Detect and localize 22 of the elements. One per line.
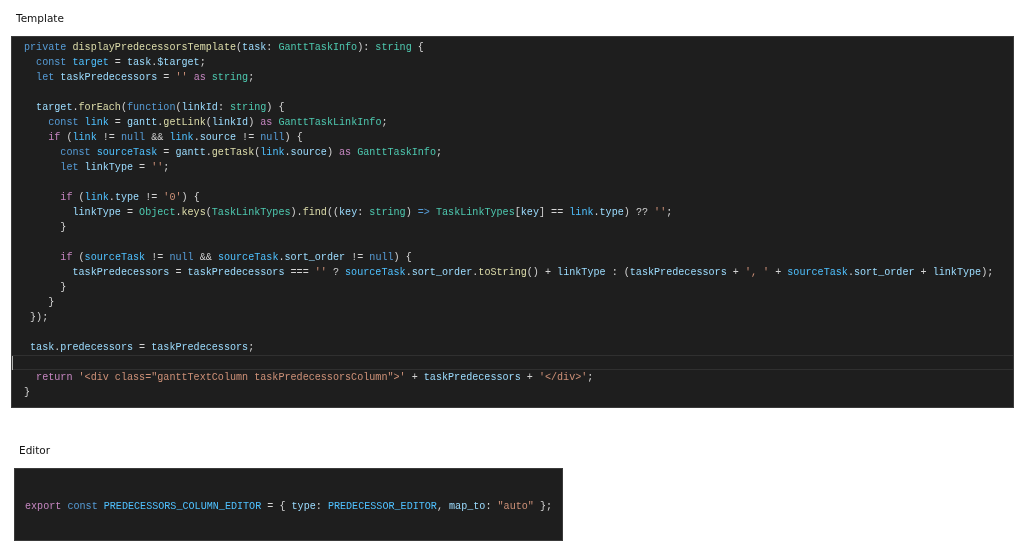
code-line: } xyxy=(24,386,31,400)
code-line: private displayPredecessorsTemplate(task: GanttTaskInfo): string { xyxy=(24,41,424,55)
code-line: } xyxy=(47,296,55,310)
code-line: target.forEach(function(linkId: string) { xyxy=(35,101,285,115)
code-line: const sourceTask = gantt.getTask(link.source) as GanttTaskInfo; xyxy=(59,146,443,160)
code-line: if (link.type != '0') { xyxy=(59,191,200,205)
code-line: taskPredecessors = taskPredecessors === '' ? sourceTask.sort_order.toString() + linkType : (taskPredecessors + ', ' + sourceTask.sort_order + linkType); xyxy=(71,266,994,280)
code-line: } xyxy=(59,221,67,235)
code-line: const target = task.$target; xyxy=(35,56,206,70)
section-heading: Template xyxy=(16,12,64,24)
code-line: let linkType = ''; xyxy=(59,161,170,175)
code-line: task.predecessors = taskPredecessors; xyxy=(29,341,255,355)
code-line: export const PREDECESSORS_COLUMN_EDITOR = { type: PREDECESSOR_EDITOR, map_to: "auto" }; xyxy=(25,500,553,514)
code-line: let taskPredecessors = '' as string; xyxy=(35,71,255,85)
code-line: if (sourceTask != null && sourceTask.sort_order != null) { xyxy=(59,251,412,265)
code-line: return '<div class="ganttTextColumn taskPredecessorsColumn">' + taskPredecessors + '</div>'; xyxy=(35,371,594,385)
section-heading: Editor xyxy=(19,444,51,456)
code-line: const link = gantt.getLink(linkId) as GanttTaskLinkInfo; xyxy=(47,116,388,130)
code-line: }); xyxy=(29,311,49,325)
code-line: if (link != null && link.source != null) { xyxy=(47,131,303,145)
code-line: linkType = Object.keys(TaskLinkTypes).find((key: string) => TaskLinkTypes[key] == link.type) ?? ''; xyxy=(71,206,673,220)
code-line: } xyxy=(59,281,67,295)
